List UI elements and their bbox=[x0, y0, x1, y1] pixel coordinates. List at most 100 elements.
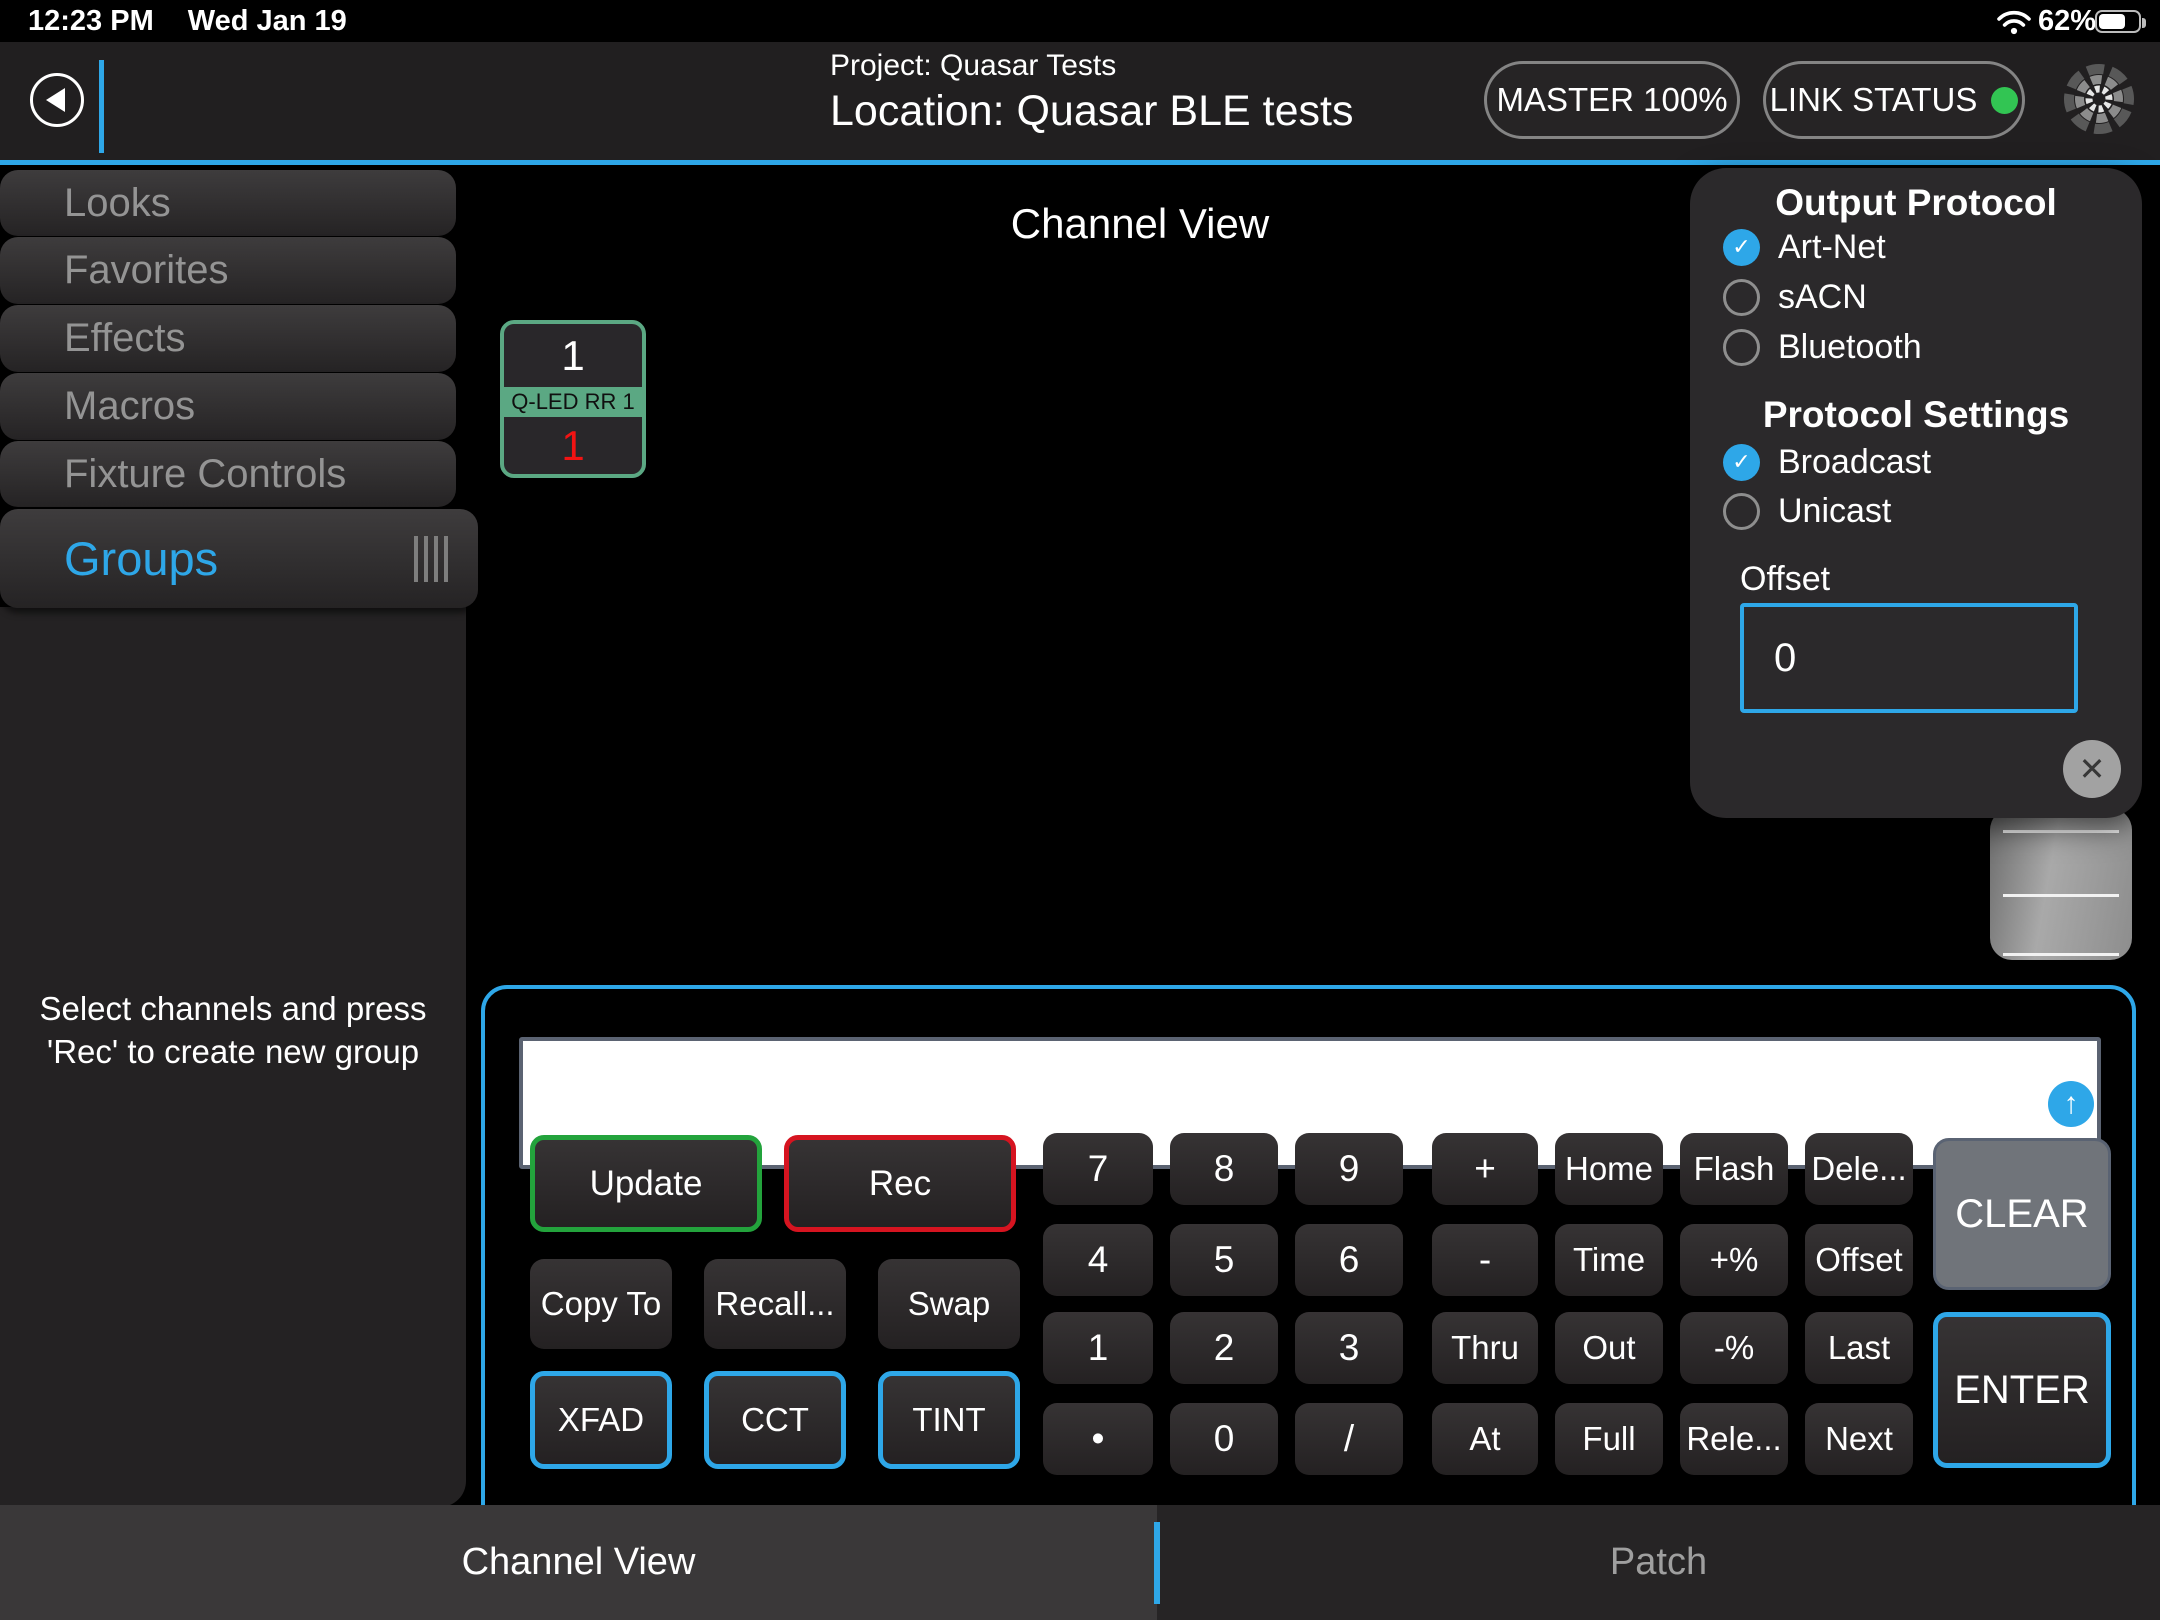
header-accent-line bbox=[0, 160, 2160, 165]
radio-unicast[interactable] bbox=[1723, 493, 1760, 530]
cct-button[interactable]: CCT bbox=[704, 1371, 846, 1469]
sidebar-item-label: Fixture Controls bbox=[64, 452, 346, 497]
radio-label: Bluetooth bbox=[1778, 328, 1922, 367]
key-3[interactable]: 3 bbox=[1295, 1312, 1403, 1384]
back-arrow-icon bbox=[46, 88, 65, 112]
status-time: 12:23 PM bbox=[28, 5, 154, 37]
protocol-settings-title: Protocol Settings bbox=[1690, 394, 2142, 436]
key-8[interactable]: 8 bbox=[1170, 1133, 1278, 1205]
key-thru[interactable]: Thru bbox=[1432, 1312, 1538, 1384]
rec-button[interactable]: Rec bbox=[784, 1135, 1016, 1232]
fader-line bbox=[2003, 953, 2119, 956]
out-button[interactable]: Out bbox=[1555, 1312, 1663, 1384]
time-button[interactable]: Time bbox=[1555, 1224, 1663, 1296]
key-slash[interactable]: / bbox=[1295, 1403, 1403, 1475]
sidebar-item-effects[interactable]: Effects bbox=[0, 305, 456, 372]
home-button[interactable]: Home bbox=[1555, 1133, 1663, 1205]
groups-hint: Select channels and press 'Rec' to creat… bbox=[4, 988, 462, 1074]
header-divider bbox=[99, 60, 104, 153]
recall-button[interactable]: Recall... bbox=[704, 1259, 846, 1349]
sidebar-item-favorites[interactable]: Favorites bbox=[0, 237, 456, 304]
drag-handle-icon[interactable] bbox=[408, 536, 448, 582]
radio-bluetooth[interactable] bbox=[1723, 329, 1760, 366]
output-protocol-popover: Output Protocol Art-Net sACN Bluetooth P… bbox=[1690, 168, 2142, 818]
sidebar-item-label: Macros bbox=[64, 384, 195, 429]
tint-button[interactable]: TINT bbox=[878, 1371, 1020, 1469]
radio-row-artnet[interactable]: Art-Net bbox=[1723, 222, 1886, 272]
wifi-icon bbox=[1996, 9, 2032, 40]
delete-button[interactable]: Dele... bbox=[1805, 1133, 1913, 1205]
battery-icon bbox=[2095, 10, 2141, 33]
master-fader-handle[interactable] bbox=[1990, 808, 2132, 960]
tab-channel-view[interactable]: Channel View bbox=[0, 1505, 1157, 1620]
tab-patch[interactable]: Patch bbox=[1157, 1505, 2160, 1620]
clock: 12:23 PMWed Jan 19 bbox=[28, 5, 381, 38]
groups-hint-line2: 'Rec' to create new group bbox=[4, 1031, 462, 1074]
master-label: MASTER 100% bbox=[1496, 81, 1727, 119]
sidebar-item-fixture-controls[interactable]: Fixture Controls bbox=[0, 441, 456, 507]
battery-nub bbox=[2142, 18, 2146, 28]
key-2[interactable]: 2 bbox=[1170, 1312, 1278, 1384]
radio-row-sacn[interactable]: sACN bbox=[1723, 272, 1867, 322]
key-7[interactable]: 7 bbox=[1043, 1133, 1153, 1205]
key-at[interactable]: At bbox=[1432, 1403, 1538, 1475]
tab-label: Patch bbox=[1610, 1541, 1707, 1584]
minus-percent-button[interactable]: -% bbox=[1680, 1312, 1788, 1384]
fader-line bbox=[2003, 894, 2119, 897]
key-9[interactable]: 9 bbox=[1295, 1133, 1403, 1205]
release-button[interactable]: Rele... bbox=[1680, 1403, 1788, 1475]
key-0[interactable]: 0 bbox=[1170, 1403, 1278, 1475]
link-label: LINK STATUS bbox=[1770, 81, 1978, 119]
offset-input[interactable] bbox=[1740, 603, 2078, 713]
radio-label: sACN bbox=[1778, 278, 1867, 317]
offset-button[interactable]: Offset bbox=[1805, 1224, 1913, 1296]
radio-broadcast[interactable] bbox=[1723, 444, 1760, 481]
channel-number: 1 bbox=[504, 324, 642, 387]
update-button[interactable]: Update bbox=[530, 1135, 762, 1232]
copy-to-button[interactable]: Copy To bbox=[530, 1259, 672, 1349]
full-button[interactable]: Full bbox=[1555, 1403, 1663, 1475]
flash-button[interactable]: Flash bbox=[1680, 1133, 1788, 1205]
sidebar-item-groups[interactable]: Groups bbox=[0, 509, 478, 608]
keyboard-up-icon[interactable]: ↑ bbox=[2048, 1081, 2094, 1127]
next-button[interactable]: Next bbox=[1805, 1403, 1913, 1475]
channel-tile-1[interactable]: 1 Q-LED RR 1 1 bbox=[500, 320, 646, 478]
status-bar: 12:23 PMWed Jan 19 62% bbox=[0, 0, 2160, 42]
sidebar-item-looks[interactable]: Looks bbox=[0, 170, 456, 236]
back-button[interactable] bbox=[30, 73, 84, 127]
key-1[interactable]: 1 bbox=[1043, 1312, 1153, 1384]
battery-percent: 62% bbox=[2038, 5, 2096, 38]
link-status-button[interactable]: LINK STATUS bbox=[1763, 61, 2025, 139]
key-5[interactable]: 5 bbox=[1170, 1224, 1278, 1296]
plus-percent-button[interactable]: +% bbox=[1680, 1224, 1788, 1296]
sidebar-item-label: Favorites bbox=[64, 248, 229, 293]
page-title: Channel View bbox=[940, 200, 1340, 248]
radio-row-broadcast[interactable]: Broadcast bbox=[1723, 437, 1931, 487]
radio-row-unicast[interactable]: Unicast bbox=[1723, 486, 1891, 536]
sidebar-item-macros[interactable]: Macros bbox=[0, 373, 456, 440]
groups-hint-line1: Select channels and press bbox=[4, 988, 462, 1031]
battery-fill bbox=[2099, 14, 2125, 29]
key-plus[interactable]: + bbox=[1432, 1133, 1538, 1205]
sidebar-item-label: Looks bbox=[64, 181, 171, 226]
radio-artnet[interactable] bbox=[1723, 229, 1760, 266]
radio-row-bluetooth[interactable]: Bluetooth bbox=[1723, 322, 1922, 372]
signal-rings-icon[interactable] bbox=[2062, 62, 2136, 136]
xfad-button[interactable]: XFAD bbox=[530, 1371, 672, 1469]
clear-button[interactable]: CLEAR bbox=[1933, 1138, 2111, 1290]
key-dot[interactable]: • bbox=[1043, 1403, 1153, 1475]
key-4[interactable]: 4 bbox=[1043, 1224, 1153, 1296]
key-6[interactable]: 6 bbox=[1295, 1224, 1403, 1296]
radio-label: Broadcast bbox=[1778, 443, 1931, 482]
link-status-dot bbox=[1991, 87, 2018, 114]
tab-divider bbox=[1154, 1522, 1160, 1604]
key-minus[interactable]: - bbox=[1432, 1224, 1538, 1296]
last-button[interactable]: Last bbox=[1805, 1312, 1913, 1384]
radio-sacn[interactable] bbox=[1723, 279, 1760, 316]
master-level-button[interactable]: MASTER 100% bbox=[1484, 61, 1740, 139]
close-icon[interactable]: ✕ bbox=[2063, 740, 2121, 798]
swap-button[interactable]: Swap bbox=[878, 1259, 1020, 1349]
output-protocol-title: Output Protocol bbox=[1690, 182, 2142, 224]
fader-line bbox=[2003, 830, 2119, 833]
enter-button[interactable]: ENTER bbox=[1933, 1312, 2111, 1468]
